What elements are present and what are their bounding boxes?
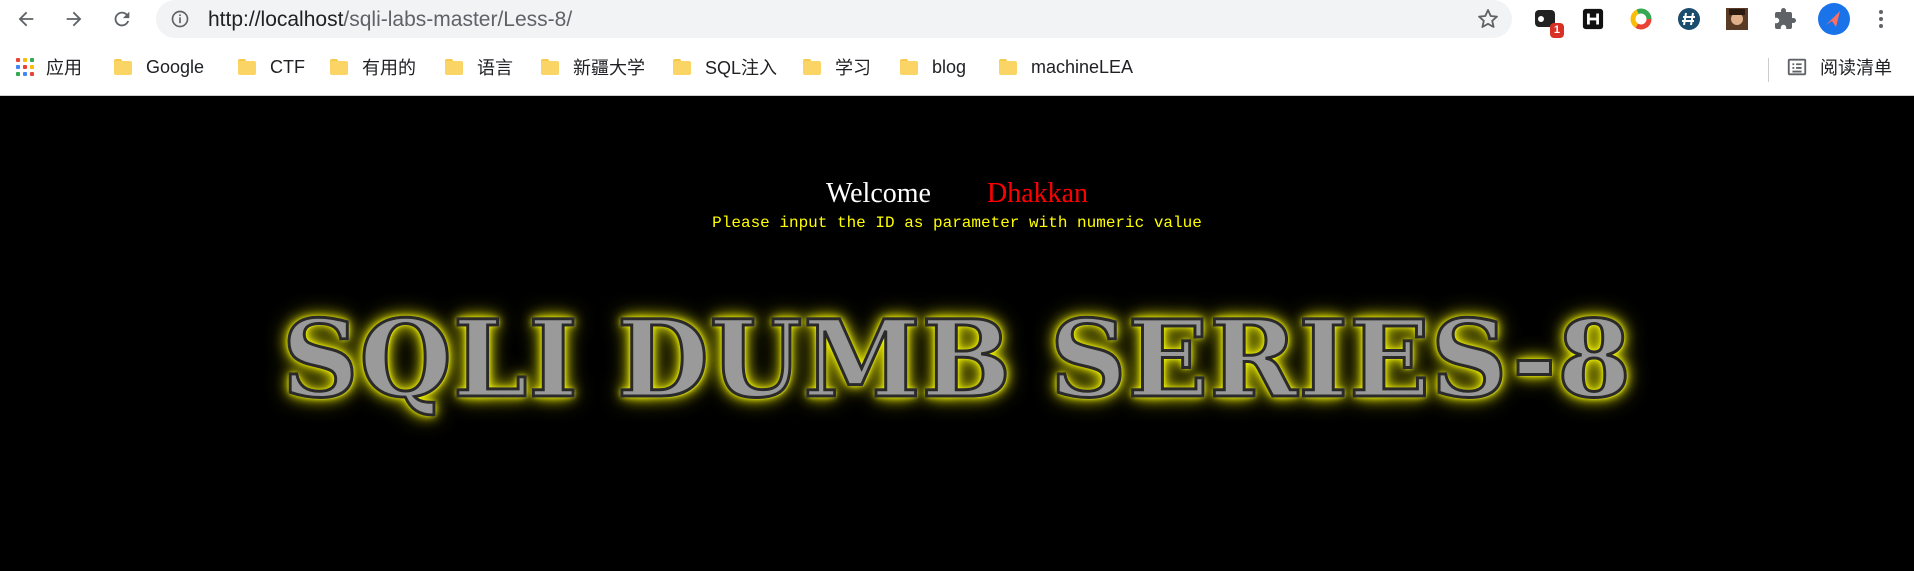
forward-button[interactable] [58,3,90,35]
page-content: Welcome Dhakkan Please input the ID as pa… [0,96,1914,571]
url-text[interactable]: http://localhost/sqli-labs-master/Less-8… [208,8,572,32]
bookmark-folder-blog[interactable]: blog [900,52,966,82]
bookmarks-bar: 应用 Google CTF 有用的 语言 新疆大学 SQL注入 学习 blog … [0,40,1914,96]
url-path: /sqli-labs-master/Less-8/ [343,8,573,31]
bookmark-folder-language[interactable]: 语言 [445,52,513,82]
bookmark-folder-study[interactable]: 学习 [803,52,871,82]
address-bar[interactable]: http://localhost/sqli-labs-master/Less-8… [156,0,1512,38]
bookmark-label: 应用 [46,58,82,78]
profile-button[interactable] [1818,3,1850,35]
bookmark-folder-xinjiang[interactable]: 新疆大学 [541,52,645,82]
reading-list-icon [1787,58,1807,76]
bookmark-label: 语言 [477,58,513,78]
extension-h-button[interactable] [1580,6,1606,32]
folder-icon [330,59,348,75]
puzzle-icon [1775,8,1796,29]
bookmark-label: 学习 [835,58,871,78]
input-prompt: Please input the ID as parameter with nu… [712,214,1202,232]
profile-avatar-icon [1818,3,1850,35]
extension-badge: 1 [1549,23,1564,38]
bookmark-folder-google[interactable]: Google [114,52,204,82]
info-icon[interactable] [170,9,190,29]
bookmark-folder-sqli[interactable]: SQL注入 [673,52,777,82]
more-vert-icon [1879,10,1883,28]
hash-icon [1678,8,1700,30]
browser-toolbar: http://localhost/sqli-labs-master/Less-8… [0,0,1914,40]
welcome-label: Welcome [825,178,931,209]
url-host: http://localhost [208,8,344,31]
menu-button[interactable] [1868,6,1894,32]
extension-chat-button[interactable]: 1 [1532,6,1564,38]
bookmarks-divider [1768,58,1769,82]
bookmark-label: 有用的 [362,58,416,78]
bookmark-label: 新疆大学 [573,58,645,78]
extension-hash-button[interactable] [1676,6,1702,32]
folder-icon [238,59,256,75]
folder-icon [900,59,918,75]
welcome-line: Welcome Dhakkan [0,178,1914,210]
folder-icon [803,59,821,75]
bookmark-label: machineLEA [1031,56,1134,77]
folder-icon [114,59,132,75]
bookmark-label: Google [146,56,205,77]
h-extension-icon [1582,8,1604,30]
arrow-right-icon [66,11,82,27]
extension-avatar-button[interactable] [1724,6,1750,32]
extensions-button[interactable] [1772,6,1798,32]
bookmark-label: CTF [270,56,305,77]
bookmark-folder-ctf[interactable]: CTF [238,52,305,82]
bookmark-apps[interactable]: 应用 [16,52,82,82]
series-banner: SQLI DUMB SERIES-8 [0,295,1914,423]
banner-title: SQLI DUMB SERIES-8 [280,295,1633,423]
reload-icon [114,11,130,27]
color-ring-icon [1630,8,1652,30]
bookmark-label: SQL注入 [705,58,778,78]
reading-list-label: 阅读清单 [1820,58,1892,78]
star-icon[interactable] [1476,7,1500,31]
folder-icon [541,59,559,75]
folder-icon [999,59,1017,75]
folder-icon [673,59,691,75]
arrow-left-icon [18,11,34,27]
bookmark-label: blog [932,56,967,77]
bookmark-folder-useful[interactable]: 有用的 [330,52,416,82]
bookmark-folder-machinelea[interactable]: machineLEA [999,52,1133,82]
folder-icon [445,59,463,75]
apps-grid-icon [16,58,34,76]
back-button[interactable] [10,3,42,35]
character-avatar-icon [1726,8,1748,30]
reload-button[interactable] [106,3,138,35]
reading-list-button[interactable]: 阅读清单 [1786,52,1892,82]
browser-chrome: http://localhost/sqli-labs-master/Less-8… [0,0,1914,96]
extension-ring-button[interactable] [1628,6,1654,32]
welcome-name: Dhakkan [986,178,1089,209]
